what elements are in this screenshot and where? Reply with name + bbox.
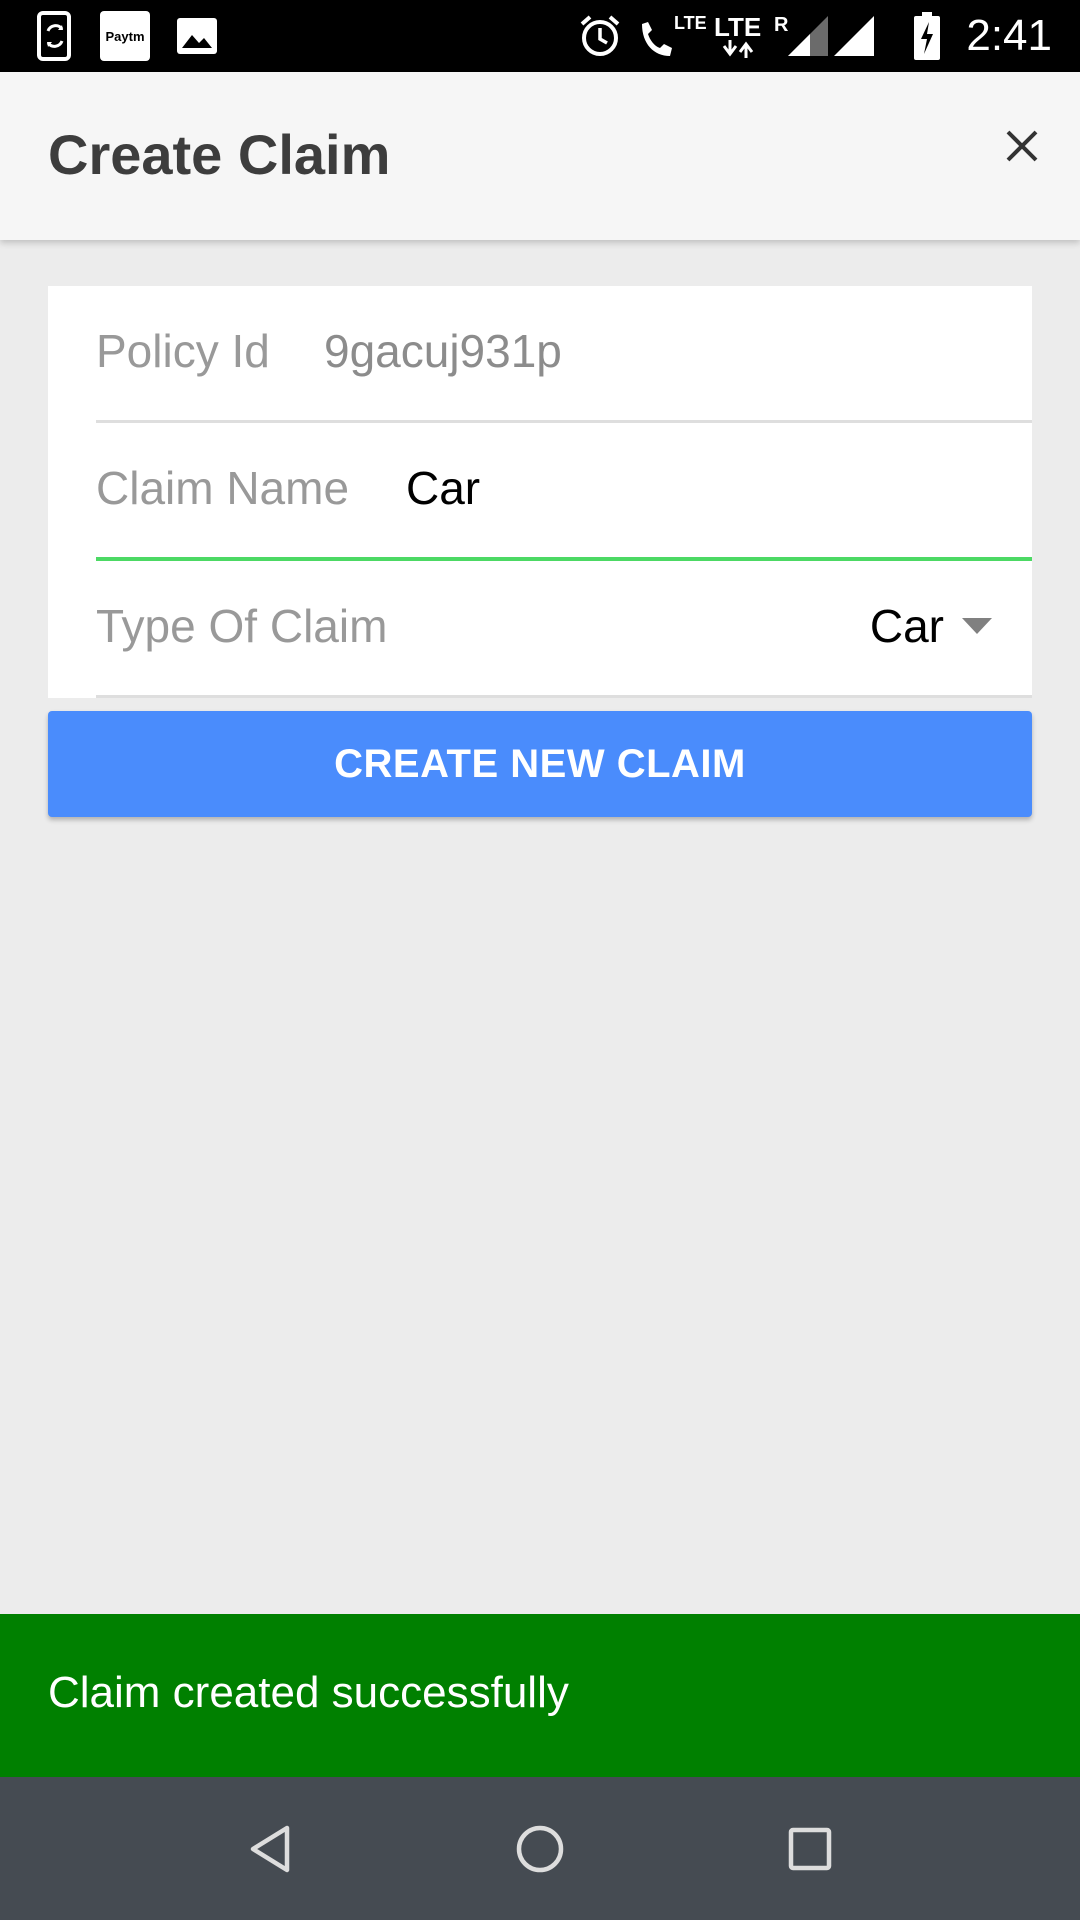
lte-data-icon: LTE (714, 0, 761, 72)
policy-id-value: 9gacuj931p (324, 325, 562, 377)
type-of-claim-field[interactable]: Type Of Claim Car (96, 561, 1032, 698)
success-toast: Claim created successfully (0, 1614, 1080, 1777)
back-icon (250, 1825, 290, 1872)
claim-name-field[interactable]: Claim Name Car (96, 423, 1032, 561)
paytm-icon: Paytm (100, 0, 150, 72)
claim-name-label: Claim Name (96, 462, 350, 514)
type-of-claim-select[interactable]: Car (870, 599, 992, 653)
system-nav-bar (0, 1777, 1080, 1920)
type-of-claim-value: Car (869, 600, 944, 652)
phone-sync-icon (36, 0, 76, 72)
dropdown-arrow-icon (962, 618, 992, 634)
claim-name-input[interactable]: Car (406, 461, 480, 515)
status-bar: Paytm LTE LTE R 2:41 (0, 0, 1080, 72)
policy-id-label: Policy Id (96, 325, 270, 377)
signal-icon (834, 0, 874, 72)
page-title: Create Claim (48, 123, 391, 186)
close-icon (1006, 130, 1038, 162)
volte-call-icon: LTE (636, 0, 707, 72)
app-bar: Create Claim (0, 72, 1080, 240)
toast-message: Claim created successfully (48, 1668, 569, 1717)
recents-button[interactable] (750, 1777, 870, 1920)
home-button[interactable] (480, 1777, 600, 1920)
back-button[interactable] (210, 1777, 330, 1920)
type-of-claim-label: Type Of Claim (96, 600, 388, 652)
alarm-icon (578, 0, 622, 72)
status-time: 2:41 (966, 11, 1052, 60)
battery-charging-icon (914, 0, 940, 72)
claim-form-card: Policy Id 9gacuj931p Claim Name Car Type… (48, 286, 1032, 698)
home-icon (516, 1825, 564, 1872)
signal-roaming-icon: R (774, 0, 829, 72)
recents-icon (788, 1827, 832, 1870)
image-icon (176, 0, 218, 72)
policy-id-field[interactable]: Policy Id 9gacuj931p (96, 286, 1032, 423)
close-button[interactable] (992, 116, 1052, 176)
create-new-claim-button[interactable]: CREATE NEW CLAIM (48, 711, 1032, 817)
